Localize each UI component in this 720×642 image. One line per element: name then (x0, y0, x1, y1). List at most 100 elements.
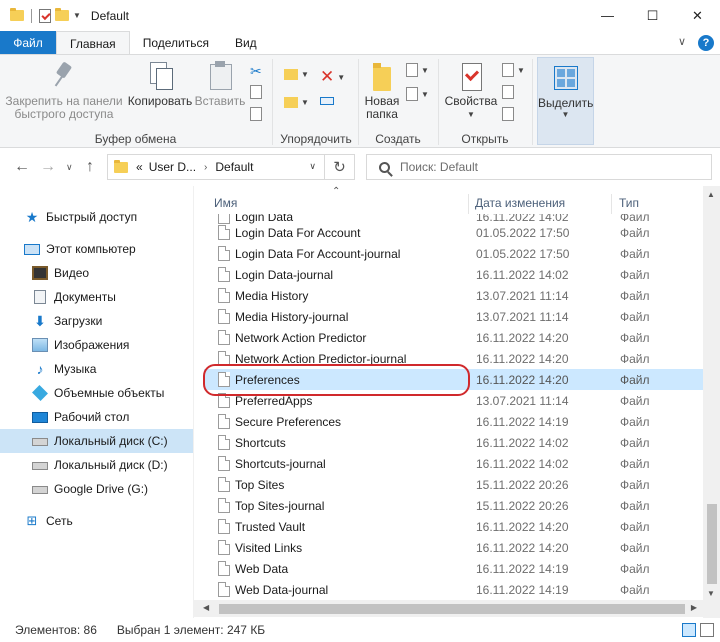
up-button[interactable]: ↑ (86, 158, 94, 176)
properties-quick-icon[interactable] (39, 8, 51, 23)
table-row[interactable]: Network Action Predictor 16.11.2022 14:20… (204, 327, 704, 348)
scroll-thumb[interactable] (219, 604, 685, 614)
large-icons-view-icon[interactable] (700, 623, 714, 637)
copy-to-button[interactable]: ▼ (284, 97, 309, 108)
scroll-right-icon[interactable]: ▶ (691, 603, 697, 612)
nav-videos[interactable]: Видео (0, 261, 193, 285)
file-date: 13.07.2021 11:14 (476, 289, 569, 303)
nav-this-pc[interactable]: Этот компьютер (0, 237, 193, 261)
rename-button[interactable] (320, 97, 334, 105)
details-view-icon[interactable] (682, 623, 696, 637)
column-name-header[interactable]: Имя (214, 196, 237, 210)
table-row[interactable]: Visited Links 16.11.2022 14:20 Файл (204, 537, 704, 558)
table-row[interactable]: Shortcuts-journal 16.11.2022 14:02 Файл (204, 453, 704, 474)
file-date: 01.05.2022 17:50 (476, 226, 570, 240)
tab-home[interactable]: Главная (56, 31, 130, 55)
customize-toolbar-icon[interactable]: ▼ (73, 11, 81, 20)
table-row[interactable]: Login Data-journal 16.11.2022 14:02 Файл (204, 264, 704, 285)
file-icon (218, 414, 230, 429)
search-box[interactable]: Поиск: Default (366, 154, 712, 180)
open-button[interactable]: ▼ (502, 63, 525, 77)
forward-button[interactable]: → (40, 158, 56, 176)
history-button[interactable] (502, 107, 514, 121)
maximize-button[interactable]: ☐ (630, 0, 675, 31)
tab-view[interactable]: Вид (222, 31, 270, 55)
column-divider[interactable] (611, 194, 612, 214)
tab-file[interactable]: Файл (0, 31, 56, 55)
nav-3d-objects[interactable]: Объемные объекты (0, 381, 193, 405)
recent-locations-icon[interactable]: ∨ (66, 162, 73, 173)
easy-access-button[interactable]: ▼ (406, 87, 429, 101)
table-row[interactable]: Shortcuts 16.11.2022 14:02 Файл (204, 432, 704, 453)
column-date-header[interactable]: Дата изменения (475, 196, 565, 210)
new-folder-quick-icon[interactable] (55, 8, 69, 21)
file-icon (218, 519, 230, 534)
file-name: Trusted Vault (235, 520, 306, 534)
properties-button[interactable]: Свойства ▼ (442, 61, 500, 121)
file-icon (218, 498, 230, 513)
breadcrumb-chevron-icon[interactable]: › (204, 162, 207, 173)
vertical-scrollbar[interactable]: ▲ ▼ (703, 186, 720, 618)
delete-button[interactable]: ✕ ▼ (320, 68, 345, 85)
address-bar[interactable]: « User D... › Default ∨ ↻ (107, 154, 355, 180)
table-row[interactable]: Login Data For Account-journal 01.05.2022… (204, 243, 704, 264)
collapse-ribbon-icon[interactable]: ∨ (678, 35, 686, 51)
nav-documents[interactable]: Документы (0, 285, 193, 309)
nav-pictures[interactable]: Изображения (0, 333, 193, 357)
table-row[interactable]: Web Data-journal 16.11.2022 14:19 Файл (204, 579, 704, 600)
file-date: 16.11.2022 14:20 (476, 373, 569, 387)
select-button[interactable]: Выделить ▼ (537, 57, 594, 145)
refresh-button[interactable]: ↻ (324, 155, 354, 179)
copy-path-button[interactable] (250, 85, 262, 99)
table-row[interactable]: Media History 13.07.2021 11:14 Файл (204, 285, 704, 306)
breadcrumb-default[interactable]: Default (215, 160, 253, 174)
status-bar: Элементов: 86 Выбран 1 элемент: 247 КБ (0, 618, 720, 642)
table-row[interactable]: Web Data 16.11.2022 14:19 Файл (204, 558, 704, 579)
file-date: 16.11.2022 14:02 (476, 457, 569, 471)
copy-button[interactable]: Копировать (126, 61, 194, 108)
minimize-button[interactable]: — (585, 0, 630, 31)
nav-network[interactable]: ⊞ Сеть (0, 509, 193, 533)
dropdown-icon: ▼ (517, 65, 525, 75)
cut-button[interactable]: ✂ (250, 63, 262, 80)
nav-google-drive[interactable]: Google Drive (G:) (0, 477, 193, 501)
horizontal-scrollbar[interactable]: ◀ ▶ (193, 600, 703, 617)
file-list: ⌃ Имя Дата изменения Тип Login Data 16.1… (193, 186, 720, 618)
new-folder-button[interactable]: Новая папка (360, 61, 404, 121)
file-name: Shortcuts-journal (235, 457, 326, 471)
scroll-left-icon[interactable]: ◀ (203, 603, 209, 612)
navigation-pane: ★ Быстрый доступ Этот компьютер Видео До… (0, 198, 193, 618)
nav-downloads[interactable]: ⬇ Загрузки (0, 309, 193, 333)
paste-shortcut-button[interactable] (250, 107, 262, 121)
scroll-up-icon[interactable]: ▲ (707, 190, 715, 199)
move-to-button[interactable]: ▼ (284, 69, 309, 80)
table-row[interactable]: Top Sites 15.11.2022 20:26 Файл (204, 474, 704, 495)
tab-share[interactable]: Поделиться (130, 31, 222, 55)
table-row[interactable]: Top Sites-journal 15.11.2022 20:26 Файл (204, 495, 704, 516)
table-row[interactable]: Secure Preferences 16.11.2022 14:19 Файл (204, 411, 704, 432)
address-root-overflow[interactable]: « (136, 160, 143, 174)
google-drive-icon (32, 486, 48, 494)
nav-desktop[interactable]: Рабочий стол (0, 405, 193, 429)
column-type-header[interactable]: Тип (619, 196, 639, 210)
table-row[interactable]: Media History-journal 13.07.2021 11:14 Фай… (204, 306, 704, 327)
table-row[interactable]: Trusted Vault 16.11.2022 14:20 Файл (204, 516, 704, 537)
close-button[interactable]: ✕ (675, 0, 720, 31)
table-row[interactable]: Login Data For Account 01.05.2022 17:50 Фа… (204, 222, 704, 243)
breadcrumb-user-data[interactable]: User D... (149, 160, 196, 174)
scroll-down-icon[interactable]: ▼ (707, 589, 715, 598)
nav-drive-d[interactable]: Локальный диск (D:) (0, 453, 193, 477)
edit-button[interactable] (502, 85, 514, 99)
nav-drive-c[interactable]: Локальный диск (C:) (0, 429, 193, 453)
pin-quick-access-button[interactable]: Закрепить на панели быстрого доступа (4, 61, 124, 121)
file-icon (218, 561, 230, 576)
new-item-button[interactable]: ▼ (406, 63, 429, 77)
nav-quick-access[interactable]: ★ Быстрый доступ (0, 205, 193, 229)
nav-music[interactable]: ♪ Музыка (0, 357, 193, 381)
paste-button[interactable]: Вставить (194, 61, 246, 108)
scroll-thumb[interactable] (707, 504, 717, 584)
help-icon[interactable]: ? (698, 35, 714, 51)
address-dropdown-icon[interactable]: ∨ (309, 161, 316, 172)
back-button[interactable]: ← (14, 158, 30, 176)
column-divider[interactable] (468, 194, 469, 214)
